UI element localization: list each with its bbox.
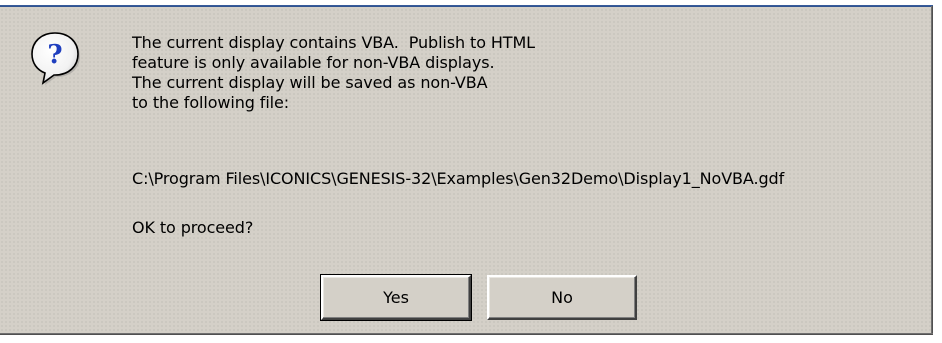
message-line: feature is only available for non-VBA di… bbox=[132, 53, 495, 72]
message-line: The current display will be saved as non… bbox=[132, 73, 488, 92]
question-icon: ? bbox=[31, 32, 80, 85]
yes-button[interactable]: Yes bbox=[320, 274, 472, 321]
file-path-text: C:\Program Files\ICONICS\GENESIS-32\Exam… bbox=[132, 169, 785, 188]
window-right-edge bbox=[933, 0, 942, 343]
question-mark-glyph: ? bbox=[47, 40, 62, 70]
message-dialog: ? The current display contains VBA. Publ… bbox=[0, 0, 942, 343]
message-line: The current display contains VBA. Publis… bbox=[132, 33, 535, 52]
message-line: to the following file: bbox=[132, 93, 290, 112]
window-bottom-border bbox=[0, 333, 933, 335]
window-top-border bbox=[0, 5, 942, 7]
no-button[interactable]: No bbox=[487, 275, 637, 320]
window-bottom-edge bbox=[0, 335, 942, 343]
proceed-prompt: OK to proceed? bbox=[132, 218, 254, 237]
dialog-message: The current display contains VBA. Publis… bbox=[132, 33, 932, 113]
